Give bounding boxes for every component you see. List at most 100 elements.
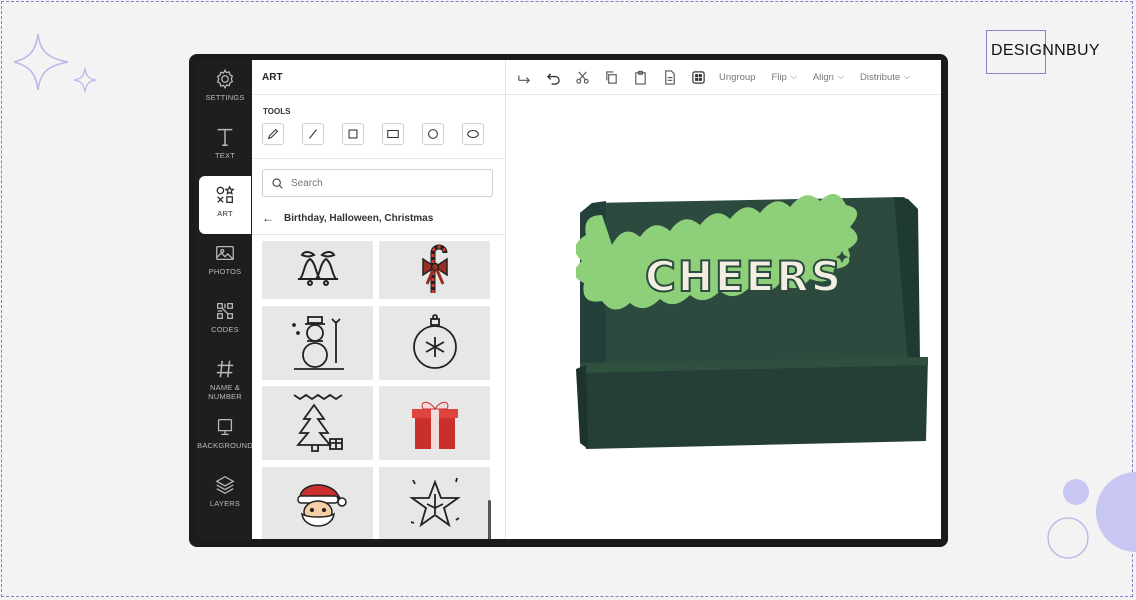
panel-title: ART bbox=[252, 60, 505, 95]
copy-icon bbox=[605, 70, 617, 84]
hashtag-icon bbox=[216, 360, 234, 378]
art-item-snowman[interactable] bbox=[262, 305, 373, 380]
sidebar-item-label: CODES bbox=[211, 325, 239, 334]
shapes-icon bbox=[216, 185, 235, 203]
star-icon bbox=[408, 477, 461, 527]
santa-icon bbox=[296, 483, 347, 527]
cut-button[interactable] bbox=[574, 69, 590, 85]
art-item-gift-box[interactable] bbox=[379, 386, 490, 460]
align-dropdown[interactable]: Align ⌵ bbox=[813, 72, 844, 83]
search-icon bbox=[272, 177, 283, 189]
square-tool-button[interactable] bbox=[342, 123, 364, 145]
ellipse-icon bbox=[467, 129, 479, 139]
copy-button[interactable] bbox=[603, 69, 619, 85]
design-workspace: Ungroup Flip ⌵ Align ⌵ Distribute ⌵ CHEE… bbox=[506, 60, 941, 539]
mailer-box-product[interactable]: CHEERS bbox=[576, 193, 936, 453]
brand-logo: DESIGNNBUY bbox=[986, 30, 1106, 74]
divider bbox=[252, 234, 505, 235]
sidebar-item-photos[interactable]: PHOTOS bbox=[199, 234, 251, 292]
duplicate-button[interactable] bbox=[661, 69, 677, 85]
art-item-candy-cane[interactable] bbox=[379, 241, 490, 299]
design-canvas[interactable]: CHEERS bbox=[506, 95, 941, 539]
chevron-down-icon: ⌵ bbox=[790, 72, 797, 81]
sidebar-item-codes[interactable]: CODES bbox=[199, 292, 251, 350]
top-toolbar: Ungroup Flip ⌵ Align ⌵ Distribute ⌵ bbox=[506, 60, 941, 95]
sidebar-item-layers[interactable]: LAYERS bbox=[199, 466, 251, 524]
sidebar-item-background[interactable]: BACKGROUND bbox=[197, 408, 253, 466]
undo-icon bbox=[546, 72, 560, 85]
search-input[interactable] bbox=[289, 176, 473, 190]
app-screen: SETTINGS TEXT ART PHOTOS CODES NAME & NU… bbox=[195, 60, 941, 539]
pencil-tool-button[interactable] bbox=[262, 123, 284, 145]
sparkle-decoration bbox=[13, 33, 97, 93]
search-box[interactable] bbox=[262, 169, 493, 197]
sidebar-item-label: ART bbox=[217, 209, 233, 218]
gift-box-icon bbox=[411, 401, 458, 449]
image-icon bbox=[216, 245, 234, 261]
chevron-down-icon: ⌵ bbox=[837, 72, 845, 81]
line-icon bbox=[309, 129, 317, 139]
breadcrumb-label: Birthday, Halloween, Christmas bbox=[284, 212, 434, 224]
circles-decoration bbox=[1047, 472, 1136, 559]
text-icon bbox=[217, 128, 233, 146]
line-tool-button[interactable] bbox=[302, 123, 324, 145]
pattern-button[interactable] bbox=[690, 69, 706, 85]
sidebar-item-label: LAYERS bbox=[209, 499, 241, 508]
bells-icon bbox=[297, 251, 338, 286]
redo-button[interactable] bbox=[516, 69, 532, 85]
flip-label: Flip bbox=[771, 71, 787, 83]
back-arrow-icon[interactable]: ← bbox=[262, 211, 274, 225]
chevron-down-icon: ⌵ bbox=[904, 72, 911, 81]
ungroup-button[interactable]: Ungroup bbox=[719, 72, 755, 83]
sidebar-item-label: TEXT bbox=[215, 151, 235, 160]
gear-icon bbox=[216, 69, 234, 89]
rectangle-tool-button[interactable] bbox=[382, 123, 404, 145]
sidebar-item-settings[interactable]: SETTINGS bbox=[199, 60, 251, 118]
pattern-icon bbox=[691, 70, 705, 84]
cheers-text: CHEERS bbox=[645, 252, 843, 301]
paste-button[interactable] bbox=[632, 69, 648, 85]
qr-code-icon bbox=[217, 303, 233, 319]
sidebar: SETTINGS TEXT ART PHOTOS CODES NAME & NU… bbox=[195, 60, 253, 539]
background-icon bbox=[217, 419, 233, 435]
panel-scrollbar[interactable] bbox=[488, 500, 491, 539]
ellipse-tool-button[interactable] bbox=[462, 123, 484, 145]
art-item-ornament[interactable] bbox=[379, 305, 490, 380]
duplicate-icon bbox=[664, 69, 675, 85]
undo-button[interactable] bbox=[545, 69, 561, 85]
christmas-tree-icon bbox=[293, 393, 343, 452]
snowman-icon bbox=[291, 315, 344, 370]
art-panel: ART TOOLS Search ← Birthday, Halloween, … bbox=[252, 60, 506, 539]
tool-row bbox=[262, 123, 502, 145]
rectangle-icon bbox=[387, 129, 399, 139]
distribute-label: Distribute bbox=[860, 71, 901, 83]
tools-label: TOOLS bbox=[263, 107, 291, 116]
art-grid bbox=[262, 241, 492, 539]
redo-icon bbox=[517, 75, 530, 84]
tablet-frame: SETTINGS TEXT ART PHOTOS CODES NAME & NU… bbox=[189, 54, 948, 547]
art-item-christmas-tree[interactable] bbox=[262, 386, 373, 460]
breadcrumb[interactable]: ← Birthday, Halloween, Christmas bbox=[262, 211, 433, 225]
cut-icon bbox=[575, 71, 589, 84]
circle-tool-button[interactable] bbox=[422, 123, 444, 145]
layers-icon bbox=[215, 476, 235, 494]
art-item-star[interactable] bbox=[379, 466, 490, 539]
paste-icon bbox=[634, 70, 646, 85]
circle-icon bbox=[428, 129, 438, 139]
sidebar-item-label: BACKGROUND bbox=[197, 441, 253, 450]
sidebar-item-text[interactable]: TEXT bbox=[199, 118, 251, 176]
sidebar-item-label: SETTINGS bbox=[205, 93, 245, 102]
sidebar-item-art[interactable]: ART bbox=[199, 176, 251, 234]
flip-dropdown[interactable]: Flip ⌵ bbox=[771, 72, 796, 83]
sidebar-item-name-number[interactable]: NAME & NUMBER bbox=[199, 350, 251, 408]
ornament-icon bbox=[412, 313, 457, 369]
square-icon bbox=[348, 129, 358, 139]
sidebar-item-label: PHOTOS bbox=[208, 267, 242, 276]
sidebar-item-label: NAME & NUMBER bbox=[208, 383, 242, 401]
distribute-dropdown[interactable]: Distribute ⌵ bbox=[860, 72, 910, 83]
brand-name: DESIGNNBUY bbox=[991, 42, 1100, 59]
pencil-icon bbox=[267, 128, 279, 140]
art-item-santa[interactable] bbox=[262, 466, 373, 539]
art-item-bells[interactable] bbox=[262, 241, 373, 299]
candy-cane-bow-icon bbox=[421, 244, 448, 293]
